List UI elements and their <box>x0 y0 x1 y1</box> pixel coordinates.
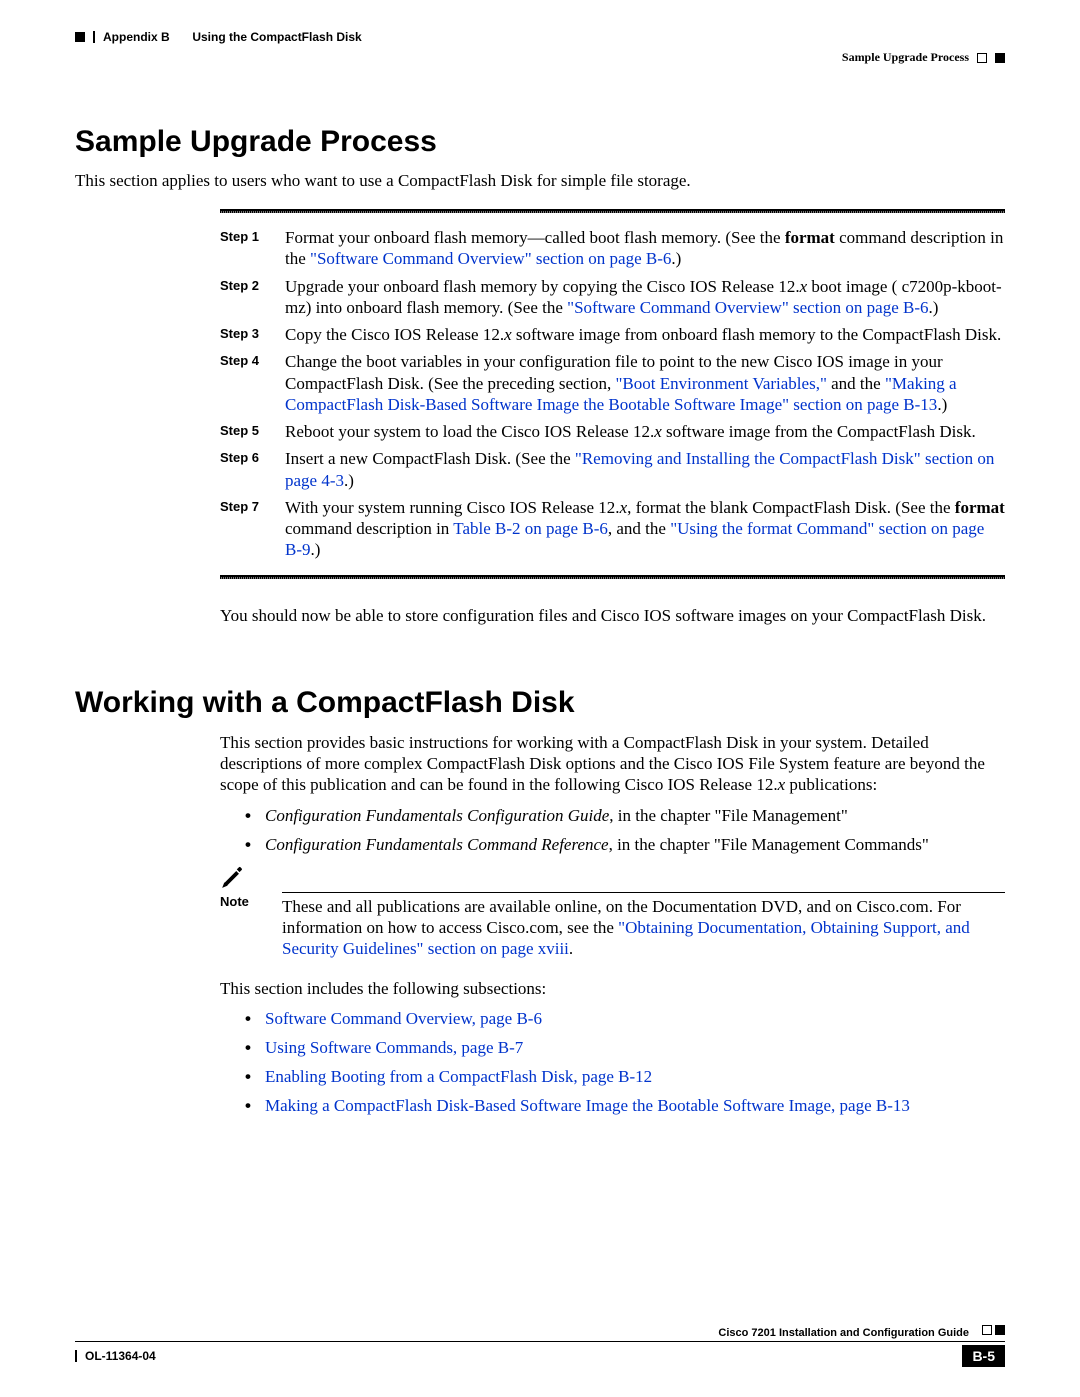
running-header: Appendix B Using the CompactFlash Disk <box>75 30 1005 44</box>
page: Appendix B Using the CompactFlash Disk S… <box>0 0 1080 1397</box>
list-item: Software Command Overview, page B-6 <box>245 1005 1005 1032</box>
step-label: Step 4 <box>220 351 285 368</box>
step-body: With your system running Cisco IOS Relea… <box>285 497 1005 561</box>
pencil-icon <box>220 864 246 890</box>
header-square-icon <box>75 32 85 42</box>
footer-square-icon <box>995 1325 1005 1335</box>
link-sub-2[interactable]: Using Software Commands, page B-7 <box>265 1038 523 1057</box>
header-appendix: Appendix B <box>103 30 170 44</box>
step-label: Step 1 <box>220 227 285 244</box>
footer-divider-icon <box>75 1350 77 1362</box>
section1-closing: You should now be able to store configur… <box>220 605 1005 626</box>
step-label: Step 5 <box>220 421 285 438</box>
section2-intro: This section provides basic instructions… <box>220 732 1005 796</box>
section-rule <box>220 209 1005 213</box>
link-table-b2[interactable]: Table B-2 on page B-6 <box>453 519 608 538</box>
list-item: Configuration Fundamentals Configuration… <box>245 802 1005 829</box>
section1-intro: This section applies to users who want t… <box>75 171 1005 191</box>
page-number: B-5 <box>962 1345 1005 1367</box>
subsections-intro: This section includes the following subs… <box>220 978 1005 999</box>
section-title-sample-upgrade: Sample Upgrade Process <box>75 125 1005 159</box>
link-boot-env-vars[interactable]: "Boot Environment Variables," <box>615 374 826 393</box>
step-1: Step 1 Format your onboard flash memory—… <box>75 227 1005 270</box>
footer-guide-title: Cisco 7201 Installation and Configuratio… <box>718 1327 1005 1339</box>
note-block: Note These and all publications are avai… <box>220 864 1005 960</box>
step-6: Step 6 Insert a new CompactFlash Disk. (… <box>75 448 1005 491</box>
step-label: Step 7 <box>220 497 285 514</box>
header-section-row: Sample Upgrade Process <box>75 50 1005 65</box>
header-section: Sample Upgrade Process <box>842 50 969 65</box>
step-body: Insert a new CompactFlash Disk. (See the… <box>285 448 1005 491</box>
subsections-list: Software Command Overview, page B-6 Usin… <box>245 1005 1005 1120</box>
list-item: Configuration Fundamentals Command Refer… <box>245 831 1005 858</box>
section-title-working-with: Working with a CompactFlash Disk <box>75 686 1005 720</box>
note-rule <box>282 892 1005 893</box>
list-item: Using Software Commands, page B-7 <box>245 1034 1005 1061</box>
link-software-cmd-overview[interactable]: "Software Command Overview" section on p… <box>310 249 671 268</box>
step-body: Reboot your system to load the Cisco IOS… <box>285 421 1005 442</box>
step-3: Step 3 Copy the Cisco IOS Release 12.x s… <box>75 324 1005 345</box>
link-sub-4[interactable]: Making a CompactFlash Disk-Based Softwar… <box>265 1096 910 1115</box>
step-2: Step 2 Upgrade your onboard flash memory… <box>75 276 1005 319</box>
footer-docid: OL-11364-04 <box>85 1349 156 1363</box>
running-footer: Cisco 7201 Installation and Configuratio… <box>75 1327 1005 1367</box>
step-body: Copy the Cisco IOS Release 12.x software… <box>285 324 1005 345</box>
list-item: Making a CompactFlash Disk-Based Softwar… <box>245 1092 1005 1119</box>
step-7: Step 7 With your system running Cisco IO… <box>75 497 1005 561</box>
step-5: Step 5 Reboot your system to load the Ci… <box>75 421 1005 442</box>
step-body: Change the boot variables in your config… <box>285 351 1005 415</box>
step-label: Step 3 <box>220 324 285 341</box>
section-rule-end <box>220 575 1005 579</box>
step-body: Format your onboard flash memory—called … <box>285 227 1005 270</box>
link-software-cmd-overview-2[interactable]: "Software Command Overview" section on p… <box>567 298 928 317</box>
note-label: Note <box>220 894 282 910</box>
note-text: These and all publications are available… <box>282 864 1005 960</box>
link-sub-3[interactable]: Enabling Booting from a CompactFlash Dis… <box>265 1067 652 1086</box>
list-item: Enabling Booting from a CompactFlash Dis… <box>245 1063 1005 1090</box>
header-chapter: Using the CompactFlash Disk <box>192 30 361 44</box>
step-4: Step 4 Change the boot variables in your… <box>75 351 1005 415</box>
footer-square-outline-icon <box>982 1325 992 1335</box>
header-square-outline-icon <box>977 53 987 63</box>
publications-list: Configuration Fundamentals Configuration… <box>245 802 1005 858</box>
step-body: Upgrade your onboard flash memory by cop… <box>285 276 1005 319</box>
link-sub-1[interactable]: Software Command Overview, page B-6 <box>265 1009 542 1028</box>
step-label: Step 6 <box>220 448 285 465</box>
header-square-icon-2 <box>995 53 1005 63</box>
step-label: Step 2 <box>220 276 285 293</box>
header-divider-icon <box>93 31 95 43</box>
